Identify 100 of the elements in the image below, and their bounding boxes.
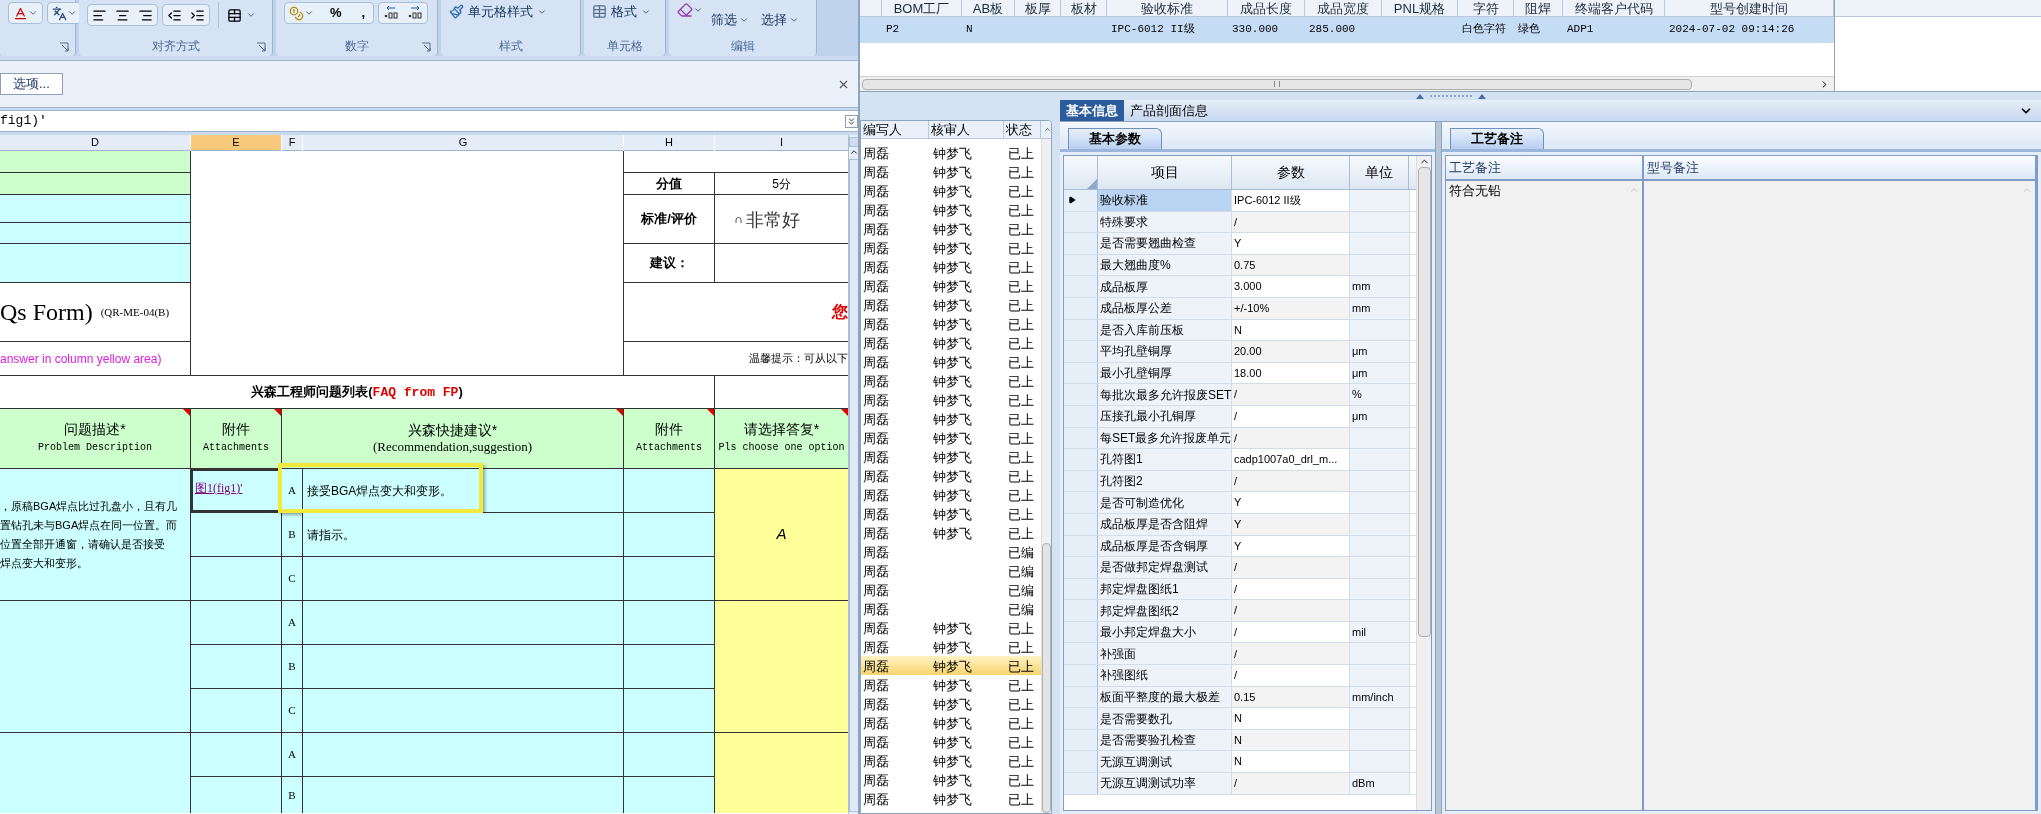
format-button[interactable]: 格式 — [592, 2, 651, 22]
column-header[interactable]: 型号备注 — [1644, 156, 2035, 181]
table-row[interactable]: 补强图纸 / — [1064, 665, 1416, 687]
column-header[interactable]: 阻焊 — [1514, 0, 1563, 16]
number-format-button[interactable]: % — [326, 3, 346, 23]
table-row[interactable]: 压接孔最小孔铜厚 / μm — [1064, 405, 1416, 428]
column-header[interactable]: 工艺备注 — [1446, 156, 1642, 181]
table-row[interactable]: 是否需要翘曲检查 Y — [1064, 233, 1416, 255]
table-row[interactable]: 是否做邦定焊盘测试 / — [1064, 557, 1416, 579]
table-row[interactable]: 平均孔壁铜厚 20.00 μm — [1064, 341, 1416, 363]
merge-cells-button[interactable] — [227, 7, 256, 23]
vertical-scrollbar[interactable] — [848, 135, 858, 814]
column-header[interactable]: 验收标准 — [1107, 0, 1228, 16]
table-row[interactable]: 是否需要验孔检查 N — [1064, 729, 1416, 752]
column-header[interactable]: 字符 — [1458, 0, 1514, 16]
column-header[interactable]: 单位 — [1350, 156, 1409, 189]
table-row[interactable]: 最大翘曲度% 0.75 — [1064, 254, 1416, 277]
table-row[interactable]: 最小邦定焊盘大小 / mil — [1064, 621, 1416, 644]
column-header[interactable]: 参数 — [1232, 156, 1350, 189]
table-row[interactable]: 成品板厚 3.000 mm — [1064, 276, 1416, 298]
table-row[interactable]: 孔符图1 cadp1007a0_drl_m... — [1064, 449, 1416, 471]
column-header[interactable]: 成品宽度 — [1305, 0, 1382, 16]
decimal-decrease-icon[interactable] — [407, 6, 424, 20]
align-center-icon[interactable] — [115, 7, 130, 23]
vertical-scrollbar[interactable] — [1041, 139, 1051, 813]
expand-formula-icon[interactable] — [845, 114, 858, 128]
table-row[interactable]: 每SET最多允许报废单元 / — [1064, 427, 1416, 450]
cell-styles-button[interactable]: 单元格样式 — [449, 2, 547, 22]
table-cell: 最小孔壁铜厚 — [1098, 362, 1232, 384]
splitter-grip-icon[interactable] — [1415, 93, 1486, 99]
table-row[interactable]: 无源互调测试功率 / dBm — [1064, 773, 1416, 795]
column-header[interactable]: 项目 — [1098, 156, 1232, 189]
table-row[interactable]: 补强面 / — [1064, 643, 1416, 666]
options-button[interactable]: 选项... — [0, 73, 63, 95]
column-header[interactable]: 编写人 — [861, 121, 929, 138]
table-row[interactable]: 特殊要求 / — [1064, 211, 1416, 234]
table-row[interactable]: 邦定焊盘图纸1 / — [1064, 578, 1416, 601]
align-left-icon[interactable] — [92, 7, 107, 23]
table-row[interactable]: 邦定焊盘图纸2 / — [1064, 600, 1416, 622]
indent-decrease-icon[interactable] — [167, 7, 182, 23]
align-right-icon[interactable] — [138, 7, 153, 23]
edit-menu-button[interactable]: 筛选 — [711, 10, 749, 30]
column-header[interactable]: AB板 — [962, 0, 1015, 16]
column-header[interactable]: F — [282, 135, 302, 151]
formula-bar[interactable]: fig1)' — [0, 110, 858, 132]
attachment-link[interactable]: 图1(fig1)' — [195, 479, 243, 497]
table-row[interactable]: P2 N IPC-6012 II级 330.000 285.000 白色字符 绿色 ADP1 2024-07-02 09:14:26 — [860, 17, 1834, 43]
row-header[interactable] — [1064, 190, 1098, 211]
dialog-launcher-icon[interactable] — [421, 42, 431, 52]
column-header[interactable]: I — [715, 135, 848, 151]
currency-icon[interactable] — [289, 5, 304, 21]
table-row[interactable]: 是否可制造优化 Y — [1064, 492, 1416, 514]
column-header[interactable]: 型号创建时间 — [1665, 0, 1834, 16]
decimal-increase-icon[interactable] — [383, 6, 400, 20]
table-row[interactable]: 是否入库前压板 N — [1064, 319, 1416, 342]
column-header[interactable]: D — [0, 135, 190, 151]
table-cell: Y — [1232, 233, 1350, 254]
column-header[interactable]: 板材 — [1061, 0, 1107, 16]
table-row[interactable]: 最小孔壁铜厚 18.00 μm — [1064, 362, 1416, 385]
dialog-launcher-icon[interactable] — [59, 42, 69, 52]
table-cell: / — [1232, 773, 1350, 794]
column-header[interactable]: 状态 — [1004, 121, 1041, 138]
table-row[interactable]: 是否需要数孔 N — [1064, 708, 1416, 730]
indent-increase-icon[interactable] — [190, 7, 205, 23]
list-row[interactable]: 周磊 钟梦飞 已上 — [861, 656, 1041, 675]
table-row[interactable]: 成品板厚公差 +/-10% mm — [1064, 297, 1416, 320]
radio-icon[interactable] — [735, 215, 742, 223]
column-header[interactable]: 终端客户代码 — [1563, 0, 1665, 16]
panel-tab[interactable]: 工艺备注 — [1450, 128, 1544, 149]
column-header[interactable]: 板厚 — [1015, 0, 1061, 16]
column-header[interactable]: 成品长度 — [1228, 0, 1305, 16]
table-row[interactable]: 孔符图2 / — [1064, 470, 1416, 493]
panel-tab[interactable]: 基本参数 — [1068, 128, 1162, 149]
eraser-icon[interactable] — [677, 2, 693, 18]
font-color-button[interactable] — [8, 2, 43, 24]
horizontal-scrollbar[interactable] — [860, 76, 1834, 91]
edit-menu-button[interactable]: 选择 — [761, 10, 799, 30]
splitter[interactable] — [1435, 122, 1442, 814]
tab[interactable]: 产品剖面信息 — [1124, 100, 1214, 121]
table-row[interactable]: 成品板厚是否含铜厚 Y — [1064, 535, 1416, 558]
table-row[interactable]: 板面平整度的最大极差 0.15 mm/inch — [1064, 686, 1416, 709]
number-format-button[interactable]: , — [357, 3, 370, 23]
column-header[interactable]: G — [303, 135, 623, 151]
column-header[interactable]: 核审人 — [929, 121, 1004, 138]
split-box[interactable] — [849, 137, 858, 147]
table-row[interactable]: 成品板厚是否含阻焊 Y — [1064, 513, 1416, 536]
column-heading: 请选择答复* Pls choose one option — [717, 421, 846, 455]
table-cell: 成品板厚是否含铜厚 — [1098, 535, 1232, 557]
vertical-scrollbar[interactable] — [1416, 156, 1431, 810]
table-row[interactable]: 无源互调测试 N — [1064, 751, 1416, 774]
paintbrush-icon — [449, 4, 464, 20]
column-header[interactable]: H — [624, 135, 714, 151]
table-row[interactable]: 验收标准 IPC-6012 II级 — [1064, 190, 1416, 212]
table-row[interactable]: 每批次最多允许报废SET / % — [1064, 384, 1416, 406]
column-header[interactable]: E — [191, 135, 281, 151]
column-header[interactable]: BOM工厂 — [882, 0, 962, 16]
column-header[interactable]: PNL规格 — [1382, 0, 1458, 16]
dialog-launcher-icon[interactable] — [256, 42, 266, 52]
tab[interactable]: 基本信息 — [1060, 100, 1124, 121]
table-cell: 平均孔壁铜厚 — [1098, 341, 1232, 362]
